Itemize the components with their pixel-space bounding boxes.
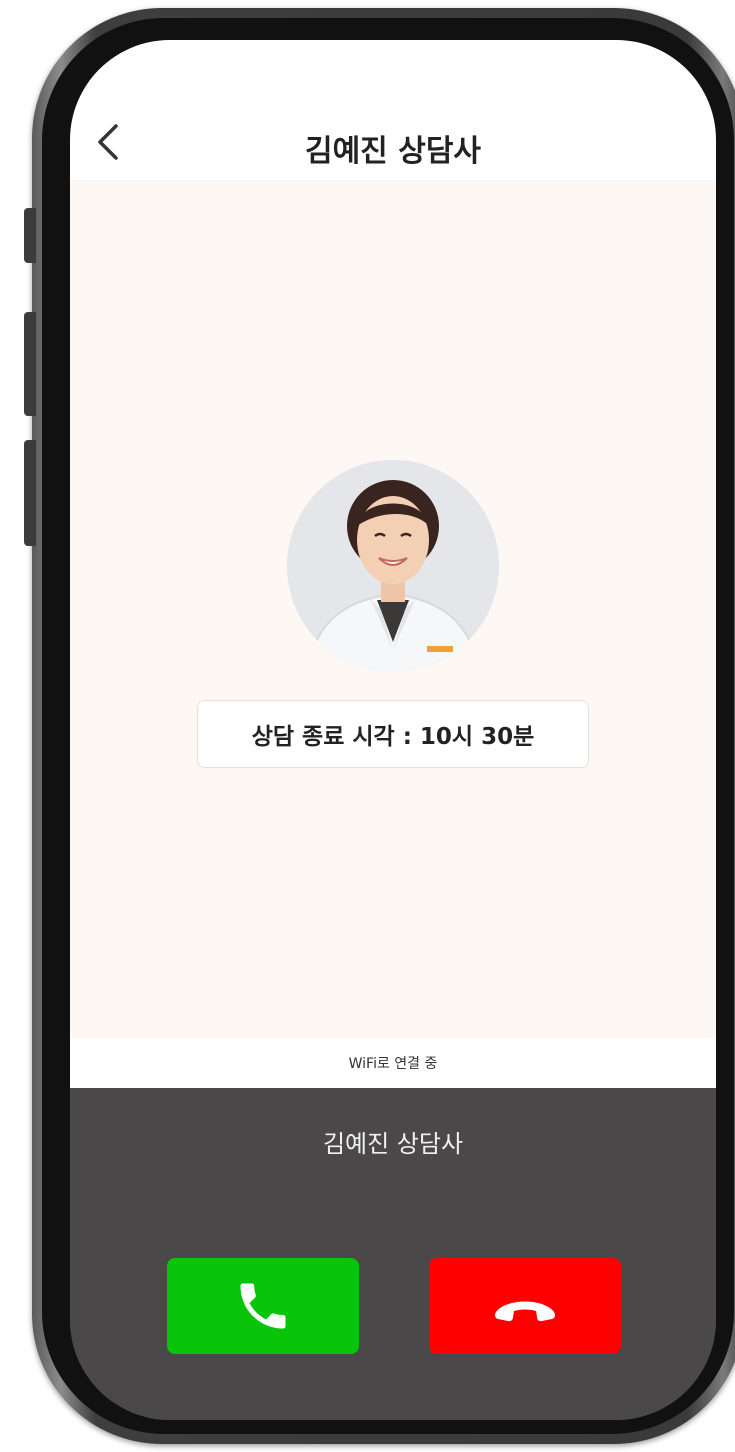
call-control-panel: 김예진 상담사 xyxy=(70,1088,716,1420)
phone-hangup-icon xyxy=(494,1301,556,1322)
video-area: 상담 종료 시각 : 10시 30분 xyxy=(70,180,716,1038)
caller-name: 김예진 상담사 xyxy=(322,1130,464,1158)
counselor-avatar xyxy=(287,460,499,672)
phone-screen: 김예진 상담사 상담 종료 시각: 10시 30분 WiFi로 연결 중 김예… xyxy=(70,40,716,1420)
volume-up-button xyxy=(24,312,36,416)
volume-down-button xyxy=(24,440,36,546)
phone-icon xyxy=(240,1283,286,1329)
silent-switch xyxy=(24,208,36,263)
page-title: 김예진 상담사 xyxy=(304,134,482,169)
accept-call-button[interactable] xyxy=(167,1258,359,1354)
end-call-button[interactable] xyxy=(429,1258,621,1354)
app-header: 김예진 상담사 xyxy=(70,40,716,180)
consultation-end-time: 상담 종료 시각 : 10시 30분 xyxy=(197,700,589,768)
connection-status-label: WiFi로 연결 중 xyxy=(348,1056,438,1072)
connection-status: WiFi로 연결 중 xyxy=(70,1038,716,1088)
